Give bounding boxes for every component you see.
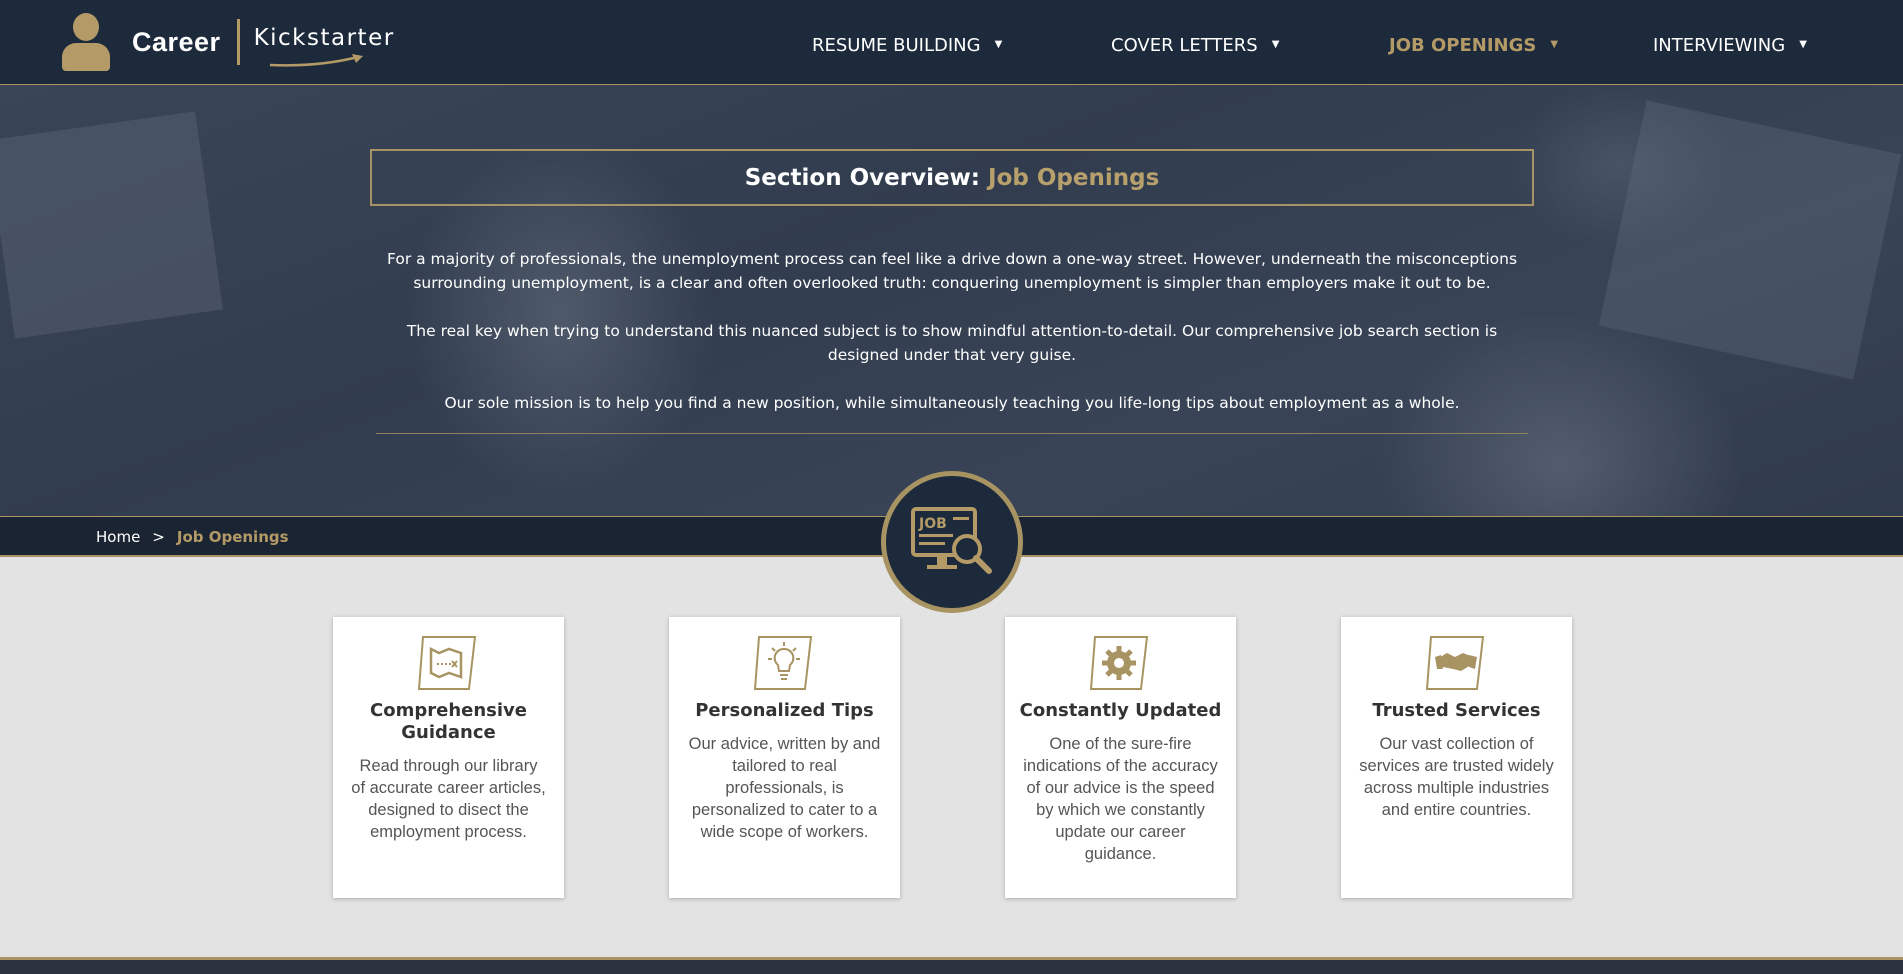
- logo-kickstarter-text: Kickstarter: [254, 25, 395, 67]
- feature-card-constantly-updated: Constantly Updated One of the sure-fire …: [1005, 617, 1236, 898]
- breadcrumb: Home > Job Openings: [96, 528, 289, 546]
- card-text: Our advice, written by and tailored to r…: [688, 735, 881, 841]
- overview-paragraph: For a majority of professionals, the une…: [386, 250, 1518, 292]
- caret-down-icon: ▼: [1550, 39, 1559, 50]
- badge-label: JOB: [918, 516, 947, 532]
- overview-paragraph: The real key when trying to understand t…: [406, 322, 1498, 364]
- swoosh-arrow-icon: [269, 54, 363, 67]
- job-search-monitor-icon: JOB: [911, 507, 992, 574]
- feature-card-trusted-services: Trusted Services Our vast collection of …: [1341, 617, 1572, 898]
- feature-card-comprehensive-guidance: Comprehensive Guidance Read through our …: [333, 617, 564, 898]
- card-title: Constantly Updated: [1019, 700, 1222, 721]
- section-overview-box: Section Overview: Job Openings: [370, 149, 1534, 206]
- caret-down-icon: ▼: [994, 39, 1003, 50]
- card-title: Personalized Tips: [695, 700, 874, 721]
- nav-interviewing[interactable]: INTERVIEWING ▼: [1653, 35, 1807, 56]
- nav-resume-building[interactable]: RESUME BUILDING ▼: [812, 35, 1002, 56]
- map-icon: [417, 636, 477, 690]
- overview-paragraph: Our sole mission is to help you find a n…: [444, 394, 1460, 412]
- site-logo[interactable]: Career Kickstarter: [62, 12, 395, 72]
- card-title: Comprehensive Guidance: [370, 700, 527, 743]
- breadcrumb-separator: >: [152, 528, 165, 546]
- section-overview-title: Section Overview: Job Openings: [744, 164, 1160, 191]
- logo-divider: [236, 19, 240, 65]
- nav-job-openings[interactable]: JOB OPENINGS ▼: [1389, 35, 1558, 56]
- hero-section: Section Overview: Job Openings For a maj…: [0, 85, 1903, 516]
- card-text: One of the sure-fire indications of the …: [1023, 735, 1218, 863]
- breadcrumb-home-link[interactable]: Home: [96, 528, 140, 546]
- top-navbar: Career Kickstarter RESUME BUILDING ▼ COVE…: [0, 0, 1903, 85]
- person-icon: [62, 13, 110, 71]
- job-search-badge: JOB: [881, 471, 1023, 613]
- card-text: Our vast collection of services are trus…: [1359, 735, 1554, 819]
- nav-cover-letters[interactable]: COVER LETTERS ▼: [1111, 35, 1279, 56]
- handshake-icon: [1425, 636, 1485, 690]
- lightbulb-icon: [753, 636, 813, 690]
- card-text: Read through our library of accurate car…: [351, 757, 546, 841]
- divider: [376, 433, 1528, 434]
- card-title: Trusted Services: [1372, 700, 1541, 721]
- gear-icon: [1089, 636, 1149, 690]
- caret-down-icon: ▼: [1271, 39, 1280, 50]
- caret-down-icon: ▼: [1799, 39, 1807, 50]
- breadcrumb-current: Job Openings: [176, 528, 289, 546]
- footer-band: [0, 957, 1903, 974]
- feature-card-personalized-tips: Personalized Tips Our advice, written by…: [669, 617, 900, 898]
- logo-career-text: Career: [132, 26, 221, 57]
